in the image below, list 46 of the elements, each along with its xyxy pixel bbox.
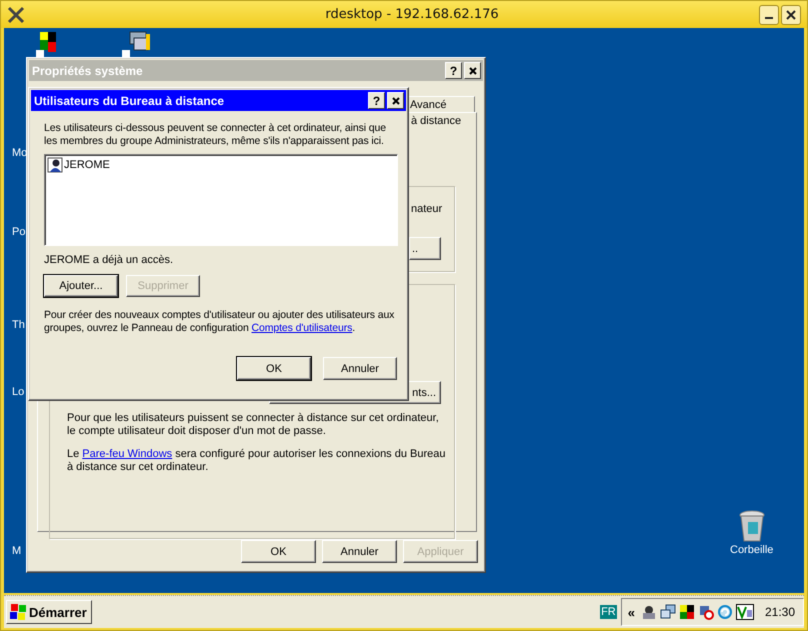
user-icon — [47, 157, 63, 173]
info-text: Le Pare-feu Windows sera configuré pour autoriser les connexions du Bureau à distance sur cet ordinateur. — [67, 448, 447, 474]
desktop-icon-label: M — [12, 545, 22, 557]
dialog-button[interactable]: Annuler — [323, 357, 397, 380]
language-indicator[interactable]: FR — [600, 605, 617, 619]
user-list[interactable]: JEROME — [44, 154, 398, 246]
dialog-button[interactable]: Annuler — [322, 540, 397, 563]
start-button[interactable]: Démarrer — [6, 600, 92, 624]
user-list-item[interactable]: JEROME — [47, 157, 112, 173]
group-text: nateur — [411, 203, 442, 215]
show-hidden-icons-button[interactable]: « — [628, 604, 638, 620]
close-button[interactable] — [781, 4, 801, 24]
dialog-button[interactable]: OK — [241, 540, 316, 563]
clock[interactable]: 21:30 — [764, 605, 795, 619]
close-icon — [392, 96, 400, 104]
dialog-button[interactable]: OK — [237, 357, 311, 380]
x-logo-icon — [7, 6, 25, 24]
window-title: rdesktop - 192.168.62.176 — [324, 7, 499, 22]
close-icon — [786, 10, 796, 20]
firewall-link[interactable]: Pare-feu Windows — [82, 448, 172, 460]
dialog-title: Propriétés système — [32, 64, 144, 78]
minimize-icon — [765, 16, 773, 18]
monitor-app-icon[interactable] — [736, 604, 754, 620]
info-text: Pour que les utilisateurs puissent se connecter à distance sur cet ordinateur, le compte utilisateur doit disposer d'un mot de passe. — [67, 412, 440, 438]
minimize-button[interactable] — [759, 4, 779, 24]
list-button[interactable]: Ajouter... — [44, 275, 118, 297]
hint-text: Pour créer des nouveaux comptes d'utilisateur ou ajouter des utilisateurs aux groupes, ouvrez le Panneau de configuration Comptes d'utilisateurs. — [44, 309, 396, 335]
help-button[interactable]: ? — [368, 92, 385, 109]
settings-button[interactable]: .. — [409, 237, 441, 260]
status-text: JEROME a déjà un accès. — [44, 254, 174, 266]
tab[interactable]: Avancé — [407, 96, 475, 113]
refresh-icon[interactable] — [716, 604, 733, 620]
shortcut-icon[interactable] — [120, 30, 152, 60]
user-accounts-link[interactable]: Comptes d'utilisateurs — [252, 322, 352, 334]
description-text: Les utilisateurs ci-dessous peuvent se connecter à cet ordinateur, ainsi que les membres du groupe Administrateurs, même s'ils n'apparaissent pas ici. — [44, 122, 388, 148]
flag-logo-icon — [9, 603, 27, 621]
network-icon[interactable] — [660, 604, 676, 620]
desktop-icon-label: Th — [12, 319, 25, 331]
desktop-icon-label: Po — [12, 226, 26, 238]
dialog-title: Utilisateurs du Bureau à distance — [34, 94, 226, 108]
desktop-icon-label[interactable]: Corbeille — [730, 544, 774, 556]
recycle-bin-icon[interactable] — [737, 509, 767, 543]
color-squares-icon[interactable] — [678, 604, 695, 620]
close-icon — [468, 66, 476, 74]
desktop-icon-label: Lo — [12, 386, 24, 398]
panel-text: à distance — [411, 115, 462, 127]
